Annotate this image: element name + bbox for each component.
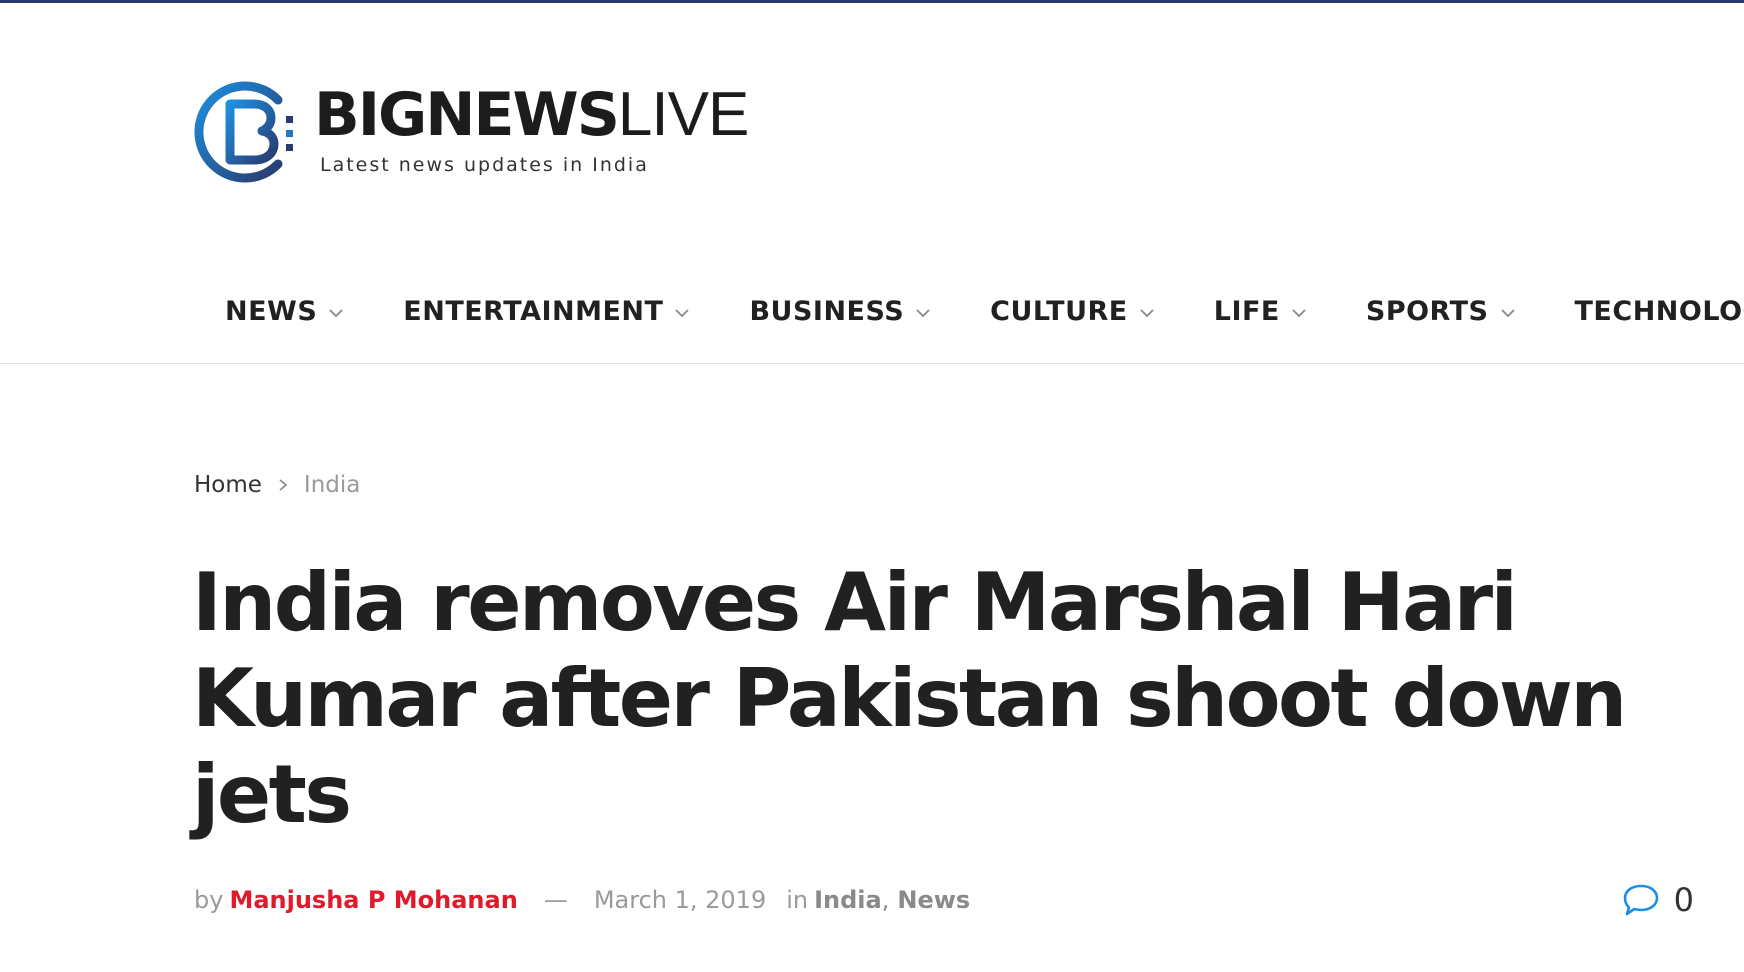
meta-in-label: in	[786, 886, 809, 914]
logo-tagline: Latest news updates in India	[320, 154, 649, 176]
main-navigation: NEWS ENTERTAINMENT BUSINESS CULTURE LIFE…	[0, 278, 1744, 364]
nav-item-entertainment[interactable]: ENTERTAINMENT	[403, 296, 691, 327]
chevron-down-icon	[1292, 308, 1306, 317]
logo-text: BIGNEWS LIVE Latest news updates in Indi…	[314, 78, 749, 177]
nav-label: TECHNOLOG	[1574, 296, 1744, 327]
nav-label: CULTURE	[990, 296, 1128, 327]
category-link-india[interactable]: India	[814, 886, 882, 914]
breadcrumb-current-link[interactable]: India	[304, 472, 360, 498]
chevron-down-icon	[329, 308, 343, 317]
chevron-down-icon	[675, 308, 690, 317]
chevron-down-icon	[1500, 308, 1515, 317]
chevron-down-icon	[916, 308, 930, 317]
category-separator: ,	[881, 886, 890, 914]
nav-item-news[interactable]: NEWS	[225, 296, 345, 327]
publish-date: March 1, 2019	[593, 886, 767, 914]
logo-b-icon	[194, 81, 293, 183]
breadcrumb-home-link[interactable]: Home	[194, 472, 262, 498]
logo-name-light: LIVE	[617, 80, 749, 149]
nav-label: ENTERTAINMENT	[403, 296, 664, 327]
author-link[interactable]: Manjusha P Mohanan	[229, 886, 517, 914]
category-link-news[interactable]: News	[897, 886, 970, 914]
meta-by-label: by	[194, 886, 224, 914]
nav-item-business[interactable]: BUSINESS	[749, 296, 932, 327]
comment-count: 0	[1673, 881, 1694, 919]
nav-label: BUSINESS	[749, 296, 905, 327]
nav-list: NEWS ENTERTAINMENT BUSINESS CULTURE LIFE…	[225, 296, 1744, 327]
comments-link[interactable]: 0	[1622, 880, 1694, 920]
nav-label: LIFE	[1213, 296, 1280, 327]
logo-name-strong: BIGNEWS	[314, 80, 620, 150]
comment-bubble-icon	[1623, 884, 1658, 916]
top-accent-bar	[0, 0, 1744, 3]
logo-wordmark: BIGNEWS LIVE	[314, 80, 749, 150]
nav-item-culture[interactable]: CULTURE	[990, 296, 1156, 327]
breadcrumb: Home India	[194, 472, 360, 498]
site-logo[interactable]: BIGNEWS LIVE Latest news updates in Indi…	[192, 78, 749, 188]
chevron-right-icon	[279, 479, 288, 491]
nav-item-technology[interactable]: TECHNOLOG	[1575, 296, 1744, 327]
nav-label: NEWS	[225, 296, 318, 327]
meta-separator: —	[543, 886, 568, 914]
nav-item-life[interactable]: LIFE	[1214, 296, 1308, 327]
article-title: India removes Air Marshal Hari Kumar aft…	[192, 556, 1627, 841]
nav-item-sports[interactable]: SPORTS	[1366, 296, 1517, 327]
nav-label: SPORTS	[1365, 296, 1489, 327]
article-meta: by Manjusha P Mohanan — March 1, 2019 in…	[194, 880, 1694, 920]
chevron-down-icon	[1140, 308, 1154, 317]
